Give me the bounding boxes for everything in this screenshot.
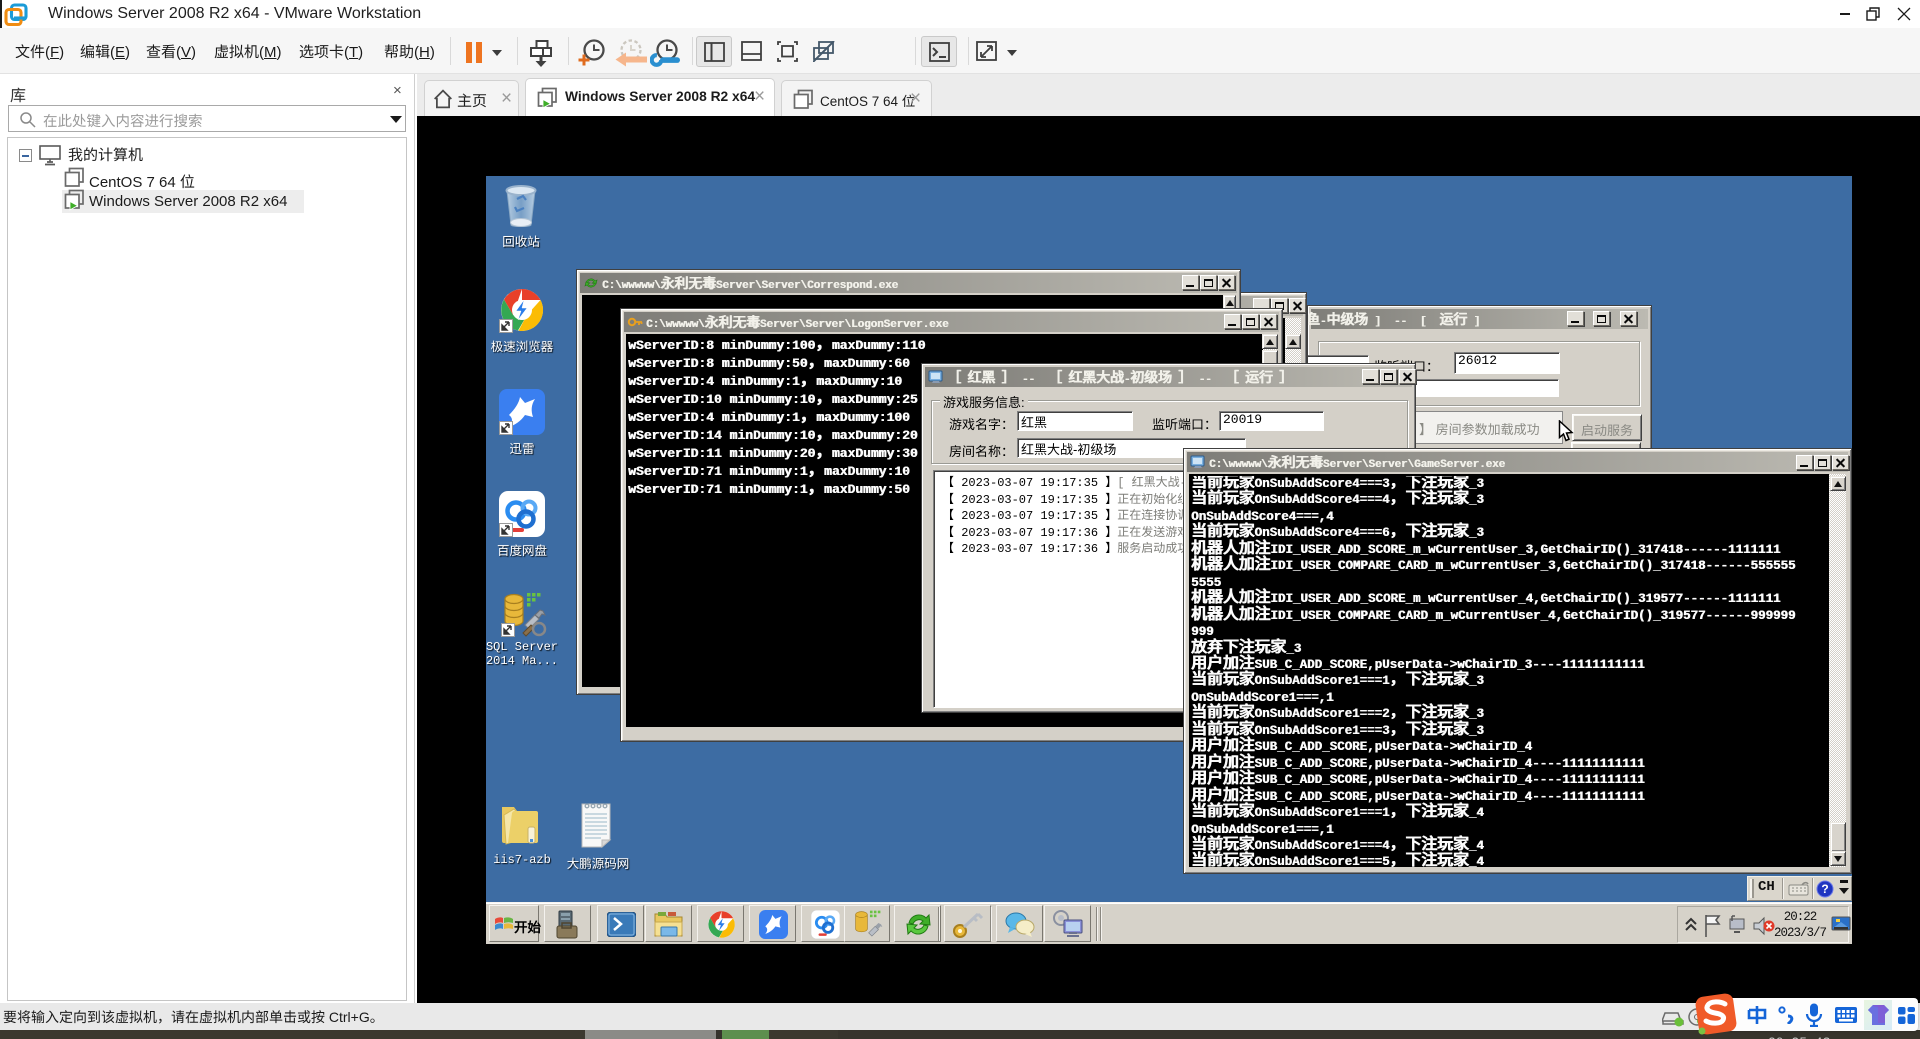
svg-text:?: ? xyxy=(1821,882,1828,896)
